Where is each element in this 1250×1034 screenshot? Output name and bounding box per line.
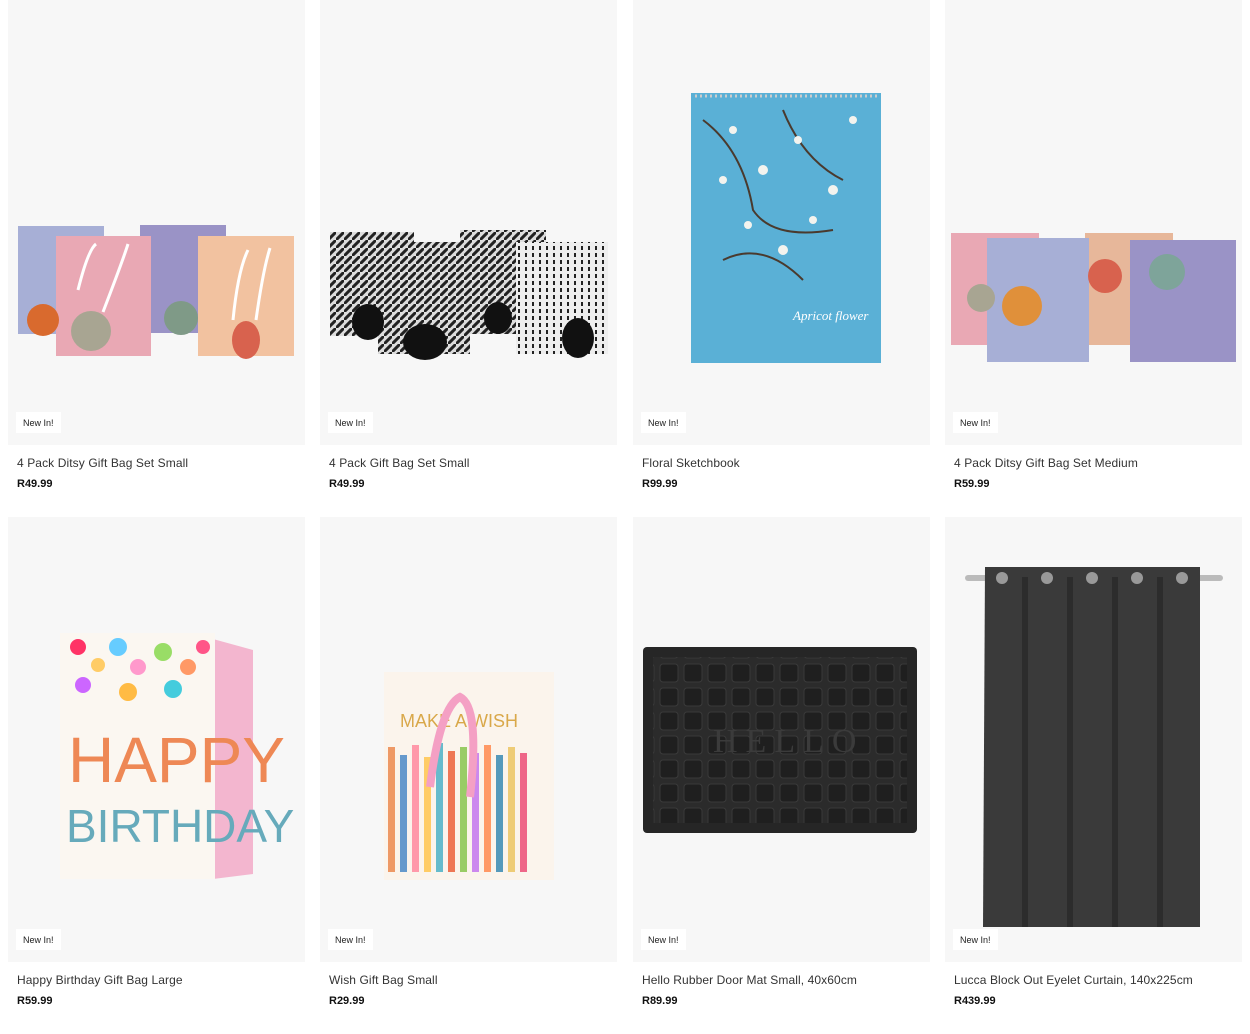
product-price: R49.99	[329, 478, 365, 490]
new-in-badge: New In!	[953, 929, 998, 950]
new-in-badge: New In!	[641, 929, 686, 950]
product-card[interactable]: HELLO New In! Hello Rubber Door Mat Smal…	[633, 517, 930, 1007]
product-image[interactable]: New In!	[945, 517, 1242, 962]
curtain-image	[965, 567, 1223, 927]
product-grid: New In! 4 Pack Ditsy Gift Bag Set Small …	[0, 0, 1250, 1034]
product-card[interactable]: New In! Lucca Block Out Eyelet Curtain, …	[945, 517, 1242, 1007]
product-card[interactable]: New In! 4 Pack Ditsy Gift Bag Set Medium…	[945, 0, 1242, 490]
product-name[interactable]: Lucca Block Out Eyelet Curtain, 140x225c…	[954, 973, 1242, 987]
new-in-badge: New In!	[16, 412, 61, 433]
product-name[interactable]: Floral Sketchbook	[642, 456, 930, 470]
wish-gift-bag-image: MAKE A WISH	[384, 672, 554, 880]
product-card[interactable]: New In! 4 Pack Ditsy Gift Bag Set Small …	[8, 0, 305, 490]
product-image[interactable]: HAPPY BIRTHDAY New In!	[8, 517, 305, 962]
product-card[interactable]: New In! 4 Pack Gift Bag Set Small R49.99	[320, 0, 617, 490]
new-in-badge: New In!	[641, 412, 686, 433]
product-image[interactable]: MAKE A WISH New In!	[320, 517, 617, 962]
product-price: R99.99	[642, 478, 678, 490]
product-card[interactable]: Apricot flower New In! Floral Sketchbook…	[633, 0, 930, 490]
ditsy-gift-bags-medium-image	[951, 233, 1236, 362]
product-name[interactable]: 4 Pack Ditsy Gift Bag Set Medium	[954, 456, 1242, 470]
new-in-badge: New In!	[328, 412, 373, 433]
product-name[interactable]: 4 Pack Gift Bag Set Small	[329, 456, 617, 470]
sketchbook-title-text: Apricot flower	[792, 308, 869, 323]
birthday-text: BIRTHDAY	[66, 800, 294, 852]
product-card[interactable]: HAPPY BIRTHDAY New In! Happy Birthday Gi…	[8, 517, 305, 1007]
product-name[interactable]: Wish Gift Bag Small	[329, 973, 617, 987]
birthday-gift-bag-image: HAPPY BIRTHDAY	[60, 633, 294, 879]
product-price: R29.99	[329, 995, 365, 1007]
product-price: R59.99	[954, 478, 990, 490]
product-card[interactable]: MAKE A WISH New In! Wish Gift Bag Small …	[320, 517, 617, 1007]
wish-text: MAKE A WISH	[400, 711, 518, 731]
hello-text: HELLO	[713, 723, 864, 760]
door-mat-image: HELLO	[643, 647, 917, 833]
product-price: R439.99	[954, 995, 996, 1007]
product-image[interactable]: Apricot flower New In!	[633, 0, 930, 445]
floral-sketchbook-image: Apricot flower	[691, 93, 881, 363]
ditsy-gift-bags-small-image	[18, 225, 294, 359]
product-price: R89.99	[642, 995, 678, 1007]
product-image[interactable]: New In!	[320, 0, 617, 445]
product-price: R49.99	[17, 478, 53, 490]
gift-bags-small-image	[330, 230, 608, 360]
product-name[interactable]: Happy Birthday Gift Bag Large	[17, 973, 305, 987]
product-image[interactable]: HELLO New In!	[633, 517, 930, 962]
new-in-badge: New In!	[328, 929, 373, 950]
new-in-badge: New In!	[953, 412, 998, 433]
product-image[interactable]: New In!	[945, 0, 1242, 445]
product-name[interactable]: Hello Rubber Door Mat Small, 40x60cm	[642, 973, 930, 987]
product-image[interactable]: New In!	[8, 0, 305, 445]
product-name[interactable]: 4 Pack Ditsy Gift Bag Set Small	[17, 456, 305, 470]
product-price: R59.99	[17, 995, 53, 1007]
new-in-badge: New In!	[16, 929, 61, 950]
happy-text: HAPPY	[68, 724, 285, 796]
